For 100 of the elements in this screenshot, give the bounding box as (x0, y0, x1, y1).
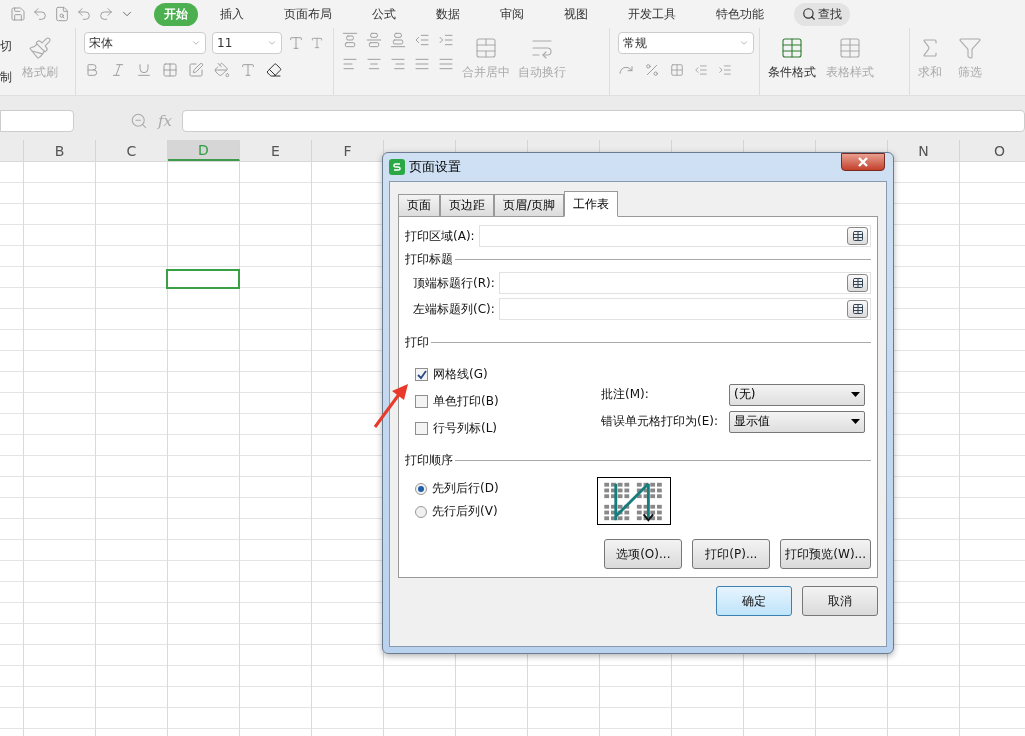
formula-field[interactable] (182, 110, 1025, 132)
align-center-icon[interactable] (366, 56, 382, 72)
indent-increase-icon[interactable] (438, 32, 454, 48)
radio-label: 先行后列(V) (432, 503, 498, 520)
font-color-icon[interactable] (240, 62, 256, 78)
bold-icon[interactable] (84, 62, 100, 78)
column-header[interactable]: E (240, 140, 312, 161)
eraser-icon[interactable] (266, 62, 282, 78)
input-field[interactable] (498, 272, 871, 294)
copy-button[interactable]: 制 (0, 69, 12, 86)
increase-decimal-icon[interactable] (694, 63, 708, 77)
italic-icon[interactable] (110, 62, 126, 78)
column-header[interactable]: B (24, 140, 96, 161)
dialog-tab[interactable]: 页眉/页脚 (494, 194, 565, 216)
field-label: 顶端标题行(R): (413, 274, 495, 292)
column-header[interactable]: O (960, 140, 1025, 161)
selected-cell[interactable] (166, 269, 240, 289)
input-field[interactable] (498, 298, 871, 320)
dialog-button[interactable]: 打印预览(W)... (780, 539, 871, 569)
app-icon (389, 159, 405, 175)
align-middle-icon[interactable] (366, 32, 382, 48)
undo-icon[interactable] (76, 6, 92, 22)
save-icon[interactable] (10, 6, 26, 22)
percent-icon[interactable] (644, 62, 660, 78)
dialog-tab[interactable]: 页面 (398, 194, 440, 216)
print-preview-icon[interactable] (54, 6, 70, 22)
close-button[interactable] (841, 153, 885, 171)
ok-button[interactable]: 确定 (716, 586, 792, 616)
zoom-out-icon[interactable] (130, 112, 148, 130)
border-icon[interactable] (162, 62, 178, 78)
checkbox[interactable] (415, 368, 428, 381)
radio-label: 先列后行(D) (432, 480, 499, 497)
menu-tab[interactable]: 视图 (554, 2, 598, 26)
menu-tab[interactable]: 特色功能 (706, 2, 774, 26)
justify-icon[interactable] (414, 56, 430, 72)
caret-icon (739, 38, 749, 48)
name-box[interactable] (0, 110, 74, 132)
cancel-button[interactable]: 取消 (802, 586, 878, 616)
funnel-icon (958, 36, 982, 60)
checkbox[interactable] (415, 395, 428, 408)
section-heading: 打印 (405, 334, 429, 351)
font-size-field[interactable]: 11 (212, 32, 282, 54)
menu-tab[interactable]: 页面布局 (274, 2, 342, 26)
menu-tab[interactable]: 审阅 (490, 2, 534, 26)
redo-icon[interactable] (98, 6, 114, 22)
table-icon (838, 36, 862, 60)
table-icon (780, 36, 804, 60)
decrease-decimal-icon[interactable] (718, 63, 732, 77)
fill-color-icon[interactable] (214, 62, 230, 78)
checkbox-label: 单色打印(B) (433, 393, 499, 410)
indent-decrease-icon[interactable] (414, 32, 430, 48)
distribute-icon[interactable] (438, 56, 454, 72)
menu-tab[interactable]: 插入 (210, 2, 254, 26)
caret-icon (851, 392, 860, 397)
menu-tab[interactable]: 开发工具 (618, 2, 686, 26)
increase-font-icon[interactable] (288, 35, 304, 51)
cut-button[interactable]: 切 (0, 38, 12, 55)
conditional-format-button[interactable]: 条件格式 (768, 32, 816, 81)
align-left-icon[interactable] (342, 56, 358, 72)
range-picker-icon (851, 277, 864, 289)
decrease-font-icon[interactable] (310, 36, 324, 50)
range-picker-button[interactable] (847, 227, 868, 245)
undo-icon[interactable] (32, 6, 48, 22)
menu-tab[interactable]: 数据 (426, 2, 470, 26)
merge-cells-icon (474, 36, 498, 60)
dropdown[interactable]: (无) (729, 383, 865, 406)
search-button[interactable]: 查找 (794, 2, 850, 26)
dropdown[interactable]: 显示值 (729, 410, 865, 433)
font-name-field[interactable]: 宋体 (84, 32, 206, 54)
range-picker-icon (851, 230, 864, 242)
field-label: 左端标题列(C): (413, 300, 495, 318)
checkbox-label: 行号列标(L) (433, 420, 498, 437)
number-format-field[interactable]: 常规 (618, 32, 754, 54)
checkbox[interactable] (415, 422, 428, 435)
radio-button[interactable] (415, 505, 427, 518)
paintbrush-icon (28, 36, 52, 60)
caret-icon (851, 419, 860, 424)
dialog-tab[interactable]: 工作表 (564, 191, 619, 217)
dialog-button[interactable]: 选项(O)... (604, 539, 683, 569)
cell-style-icon[interactable] (188, 62, 204, 78)
range-picker-button[interactable] (847, 300, 868, 318)
range-picker-button[interactable] (847, 274, 868, 292)
menu-tab[interactable]: 公式 (362, 2, 406, 26)
field-label: 批注(M): (601, 386, 649, 403)
caret-icon (191, 38, 201, 48)
dialog-button[interactable]: 打印(P)... (692, 539, 771, 569)
align-bottom-icon[interactable] (390, 32, 406, 48)
checkbox-label: 网格线(G) (433, 366, 488, 383)
field-label: 打印区域(A): (405, 227, 475, 245)
underline-icon[interactable] (136, 62, 152, 78)
align-right-icon[interactable] (390, 56, 406, 72)
align-top-icon[interactable] (342, 32, 358, 48)
search-icon (802, 7, 816, 21)
input-field[interactable] (478, 225, 871, 247)
dialog-tab[interactable]: 页边距 (440, 194, 494, 216)
dialog-title: 页面设置 (409, 158, 461, 176)
radio-button[interactable] (415, 482, 427, 495)
range-picker-icon (851, 303, 864, 315)
field-label: 错误单元格打印为(E): (601, 413, 718, 430)
section-heading: 打印标题 (405, 251, 453, 268)
